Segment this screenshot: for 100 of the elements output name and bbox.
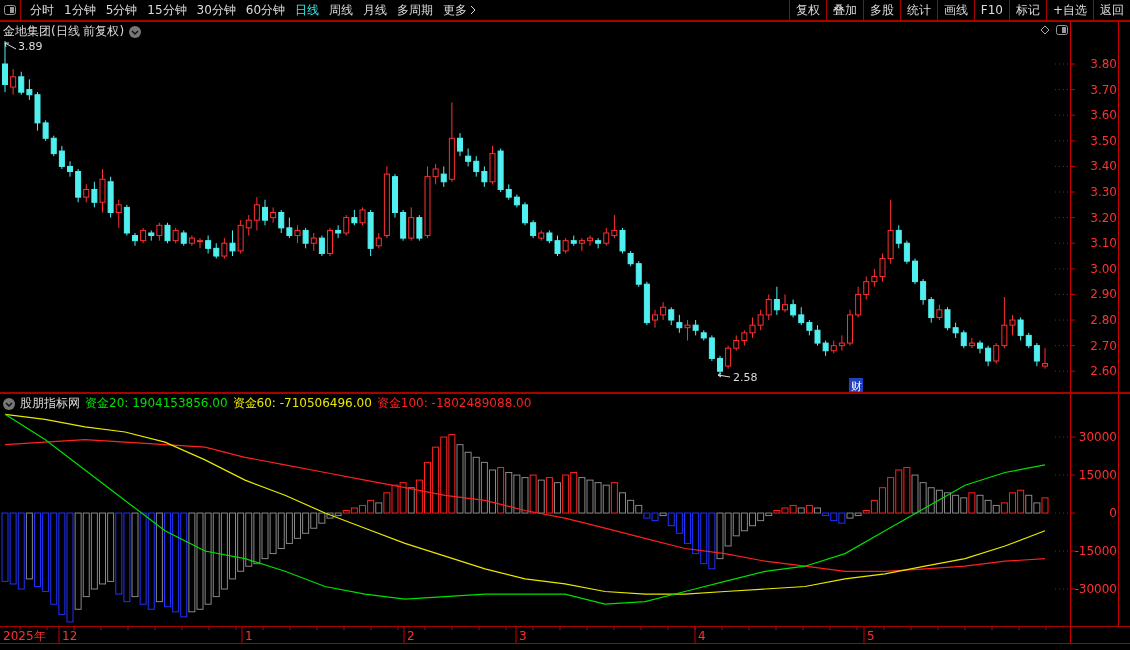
bar	[375, 502, 383, 514]
toolbar-button[interactable]: 复权	[788, 0, 826, 20]
candlestick	[611, 214, 618, 239]
axis-tick-label: 3.20	[1090, 210, 1117, 225]
bar	[155, 512, 163, 603]
candlestick	[18, 71, 25, 96]
candlestick	[1017, 316, 1024, 342]
bar	[537, 479, 545, 514]
period-tab[interactable]: 60分钟	[240, 0, 291, 20]
candlestick	[903, 240, 910, 265]
candlestick	[912, 258, 918, 285]
candlestick	[457, 132, 463, 157]
candlestick	[302, 227, 309, 249]
bar	[805, 504, 813, 514]
chart-title: 金地集团(日线 前复权)	[3, 23, 125, 40]
candlestick	[920, 278, 927, 306]
period-tab[interactable]: 15分钟	[142, 0, 192, 20]
axis-tick-label: 3.70	[1090, 82, 1117, 97]
candlestick	[262, 199, 268, 226]
candlestick	[67, 160, 73, 178]
legend-value: 资金60: -710506496.00	[232, 395, 372, 412]
period-tab[interactable]: 周线	[324, 0, 359, 20]
candlestick	[765, 293, 772, 321]
bar	[497, 466, 505, 514]
bar	[1041, 497, 1049, 514]
candlestick	[10, 68, 17, 96]
toolbar-button[interactable]: 多股	[862, 0, 900, 20]
candlestick	[318, 235, 325, 257]
candlestick	[619, 227, 626, 254]
diamond-icon[interactable]	[1040, 25, 1050, 35]
bar	[407, 487, 415, 514]
axis-tick-label: 3.10	[1090, 236, 1117, 251]
leader-line	[4, 42, 17, 50]
candlestick	[245, 214, 252, 237]
candlestick	[578, 237, 585, 252]
candlestick	[863, 276, 870, 301]
toolbar-button[interactable]: +自选	[1045, 0, 1093, 20]
candlestick	[928, 296, 935, 324]
toolbar-button[interactable]: F10	[973, 0, 1009, 20]
bar	[545, 477, 553, 514]
period-tab[interactable]: 多周期	[392, 0, 439, 20]
candlestick	[855, 286, 862, 318]
candlestick	[286, 217, 293, 239]
period-tab[interactable]: 日线	[290, 0, 325, 20]
axis-tick-label: 2.70	[1090, 338, 1117, 353]
bar	[610, 482, 618, 514]
candlestick	[587, 235, 593, 247]
axis-tick-label: 3.60	[1090, 108, 1117, 123]
toolbar-button[interactable]: 画线	[936, 0, 974, 20]
legend-value: 资金100: -1802489088.00	[376, 395, 532, 412]
axis-tick-label: -15000	[1074, 544, 1117, 559]
candlestick	[408, 206, 415, 242]
candlestick	[132, 232, 138, 247]
candlestick	[91, 181, 98, 208]
candlestick	[416, 214, 423, 242]
dropdown-icon[interactable]	[3, 397, 15, 410]
high-price-label: 3.89	[18, 40, 43, 53]
bar	[554, 482, 561, 514]
candlestick	[993, 342, 1000, 365]
candlestick	[473, 155, 480, 178]
layout-icon[interactable]	[4, 5, 16, 15]
bar	[529, 474, 537, 514]
candlestick	[717, 355, 723, 377]
axis-tick-label: 3.40	[1090, 159, 1117, 174]
period-tab[interactable]: 更多	[438, 0, 482, 20]
candlestick	[838, 334, 845, 352]
date-axis-label: 1	[245, 629, 253, 643]
candlestick	[635, 260, 642, 288]
bar	[968, 492, 976, 514]
period-tab[interactable]: 30分钟	[191, 0, 241, 20]
event-badge[interactable]: 财	[849, 378, 863, 393]
bar	[131, 512, 139, 598]
axis-tick-label: 15000	[1078, 468, 1117, 483]
period-tab[interactable]: 分时	[25, 0, 59, 20]
axis-tick-label: 2.80	[1090, 313, 1117, 328]
date-axis-label: 5	[867, 629, 875, 643]
candlestick	[440, 165, 447, 188]
candlestick	[481, 165, 488, 188]
toolbar-button[interactable]: 叠加	[825, 0, 863, 20]
candlestick	[278, 209, 285, 234]
candlestick	[221, 237, 228, 260]
period-tab[interactable]: 月线	[358, 0, 393, 20]
layout-icon[interactable]	[1056, 25, 1068, 35]
axis-tick-label: 3.00	[1090, 261, 1117, 276]
bar	[814, 507, 821, 514]
period-tab[interactable]: 5分钟	[100, 0, 143, 20]
candlestick	[652, 309, 658, 329]
candlestick	[197, 237, 203, 249]
toolbar-button[interactable]: 标记	[1008, 0, 1046, 20]
dropdown-icon[interactable]	[129, 25, 142, 38]
toolbar-button[interactable]: 统计	[899, 0, 937, 20]
low-price-label: 2.58	[733, 371, 758, 384]
candlestick	[708, 334, 715, 362]
candlestick	[99, 168, 106, 213]
candlestick	[253, 196, 260, 231]
candlestick	[968, 337, 975, 349]
candlestick	[1033, 342, 1040, 367]
period-tab[interactable]: 1分钟	[59, 0, 101, 20]
toolbar-button[interactable]: 返回	[1093, 0, 1130, 20]
axis-tick-label: 30000	[1078, 430, 1117, 445]
